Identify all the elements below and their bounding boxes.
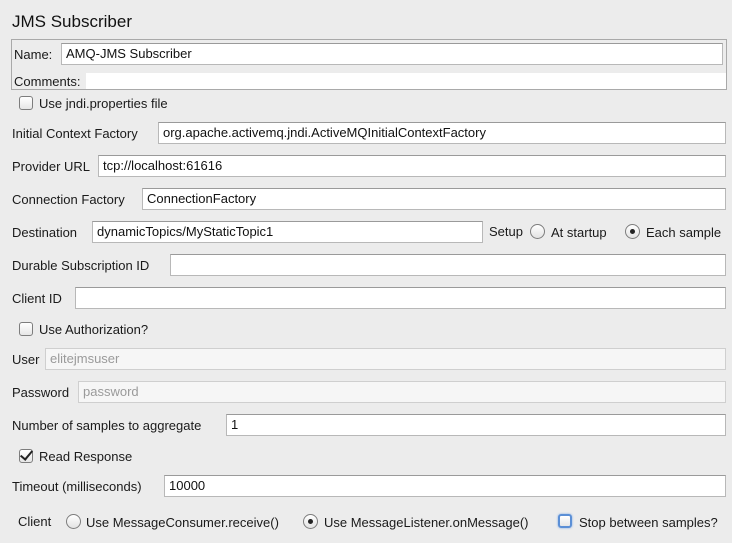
samples-to-aggregate-field[interactable]: 1 — [226, 414, 726, 436]
stop-between-samples-label: Stop between samples? — [579, 515, 718, 530]
use-jndi-checkbox[interactable] — [19, 96, 33, 110]
read-response-checkbox[interactable] — [19, 449, 33, 463]
name-field[interactable]: AMQ-JMS Subscriber — [61, 43, 723, 65]
connection-factory-label: Connection Factory — [12, 192, 125, 207]
client-receive-label: Use MessageConsumer.receive() — [86, 515, 279, 530]
samples-to-aggregate-label: Number of samples to aggregate — [12, 418, 202, 433]
client-id-field[interactable] — [75, 287, 726, 309]
stop-between-samples-checkbox[interactable] — [558, 514, 572, 528]
durable-subscription-id-field[interactable] — [170, 254, 726, 276]
destination-field[interactable]: dynamicTopics/MyStaticTopic1 — [92, 221, 483, 243]
client-receive-radio[interactable] — [66, 514, 81, 529]
client-onmessage-label: Use MessageListener.onMessage() — [324, 515, 529, 530]
name-label: Name: — [14, 47, 53, 62]
password-field[interactable]: password — [78, 381, 726, 403]
destination-label: Destination — [12, 225, 78, 240]
comments-label: Comments: — [14, 74, 81, 89]
initial-context-factory-label: Initial Context Factory — [12, 126, 138, 141]
use-jndi-label: Use jndi.properties file — [39, 96, 168, 111]
panel-title: JMS Subscriber — [12, 12, 132, 31]
setup-label: Setup — [489, 224, 523, 239]
provider-url-field[interactable]: tcp://localhost:61616 — [98, 155, 726, 177]
user-label: User — [12, 352, 40, 367]
setup-each-sample-radio[interactable] — [625, 224, 640, 239]
client-onmessage-radio[interactable] — [303, 514, 318, 529]
password-label: Password — [12, 385, 70, 400]
setup-each-sample-label: Each sample — [646, 225, 722, 240]
setup-at-startup-radio[interactable] — [530, 224, 545, 239]
client-id-label: Client ID — [12, 291, 62, 306]
timeout-field[interactable]: 10000 — [164, 475, 726, 497]
comments-field[interactable] — [86, 73, 726, 89]
timeout-label: Timeout (milliseconds) — [12, 479, 142, 494]
use-authorization-label: Use Authorization? — [39, 322, 149, 337]
durable-subscription-id-label: Durable Subscription ID — [12, 258, 150, 273]
use-authorization-checkbox[interactable] — [19, 322, 33, 336]
connection-factory-field[interactable]: ConnectionFactory — [142, 188, 726, 210]
initial-context-factory-field[interactable]: org.apache.activemq.jndi.ActiveMQInitial… — [158, 122, 726, 144]
client-label: Client — [18, 514, 52, 529]
user-field[interactable]: elitejmsuser — [45, 348, 726, 370]
setup-at-startup-label: At startup — [551, 225, 607, 240]
read-response-label: Read Response — [39, 449, 133, 464]
provider-url-label: Provider URL — [12, 159, 91, 174]
